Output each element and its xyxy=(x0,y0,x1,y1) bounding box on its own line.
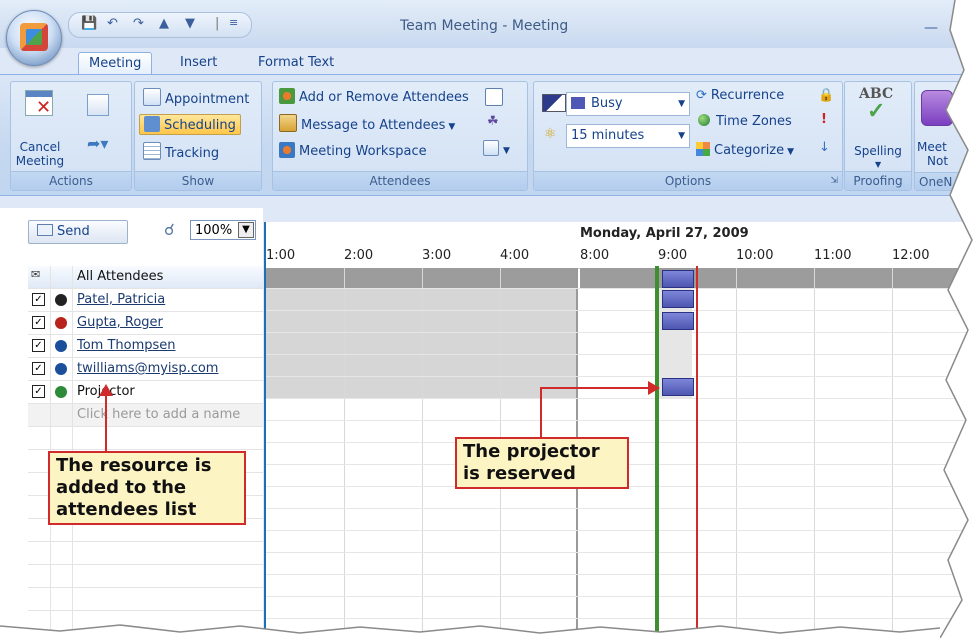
office-button[interactable] xyxy=(6,10,62,66)
outlook-meeting-window: 💾 ↶ ↷ ▲ ▼ | ≡ Team Meeting - Meeting — M… xyxy=(0,0,975,638)
office-logo-icon xyxy=(20,23,48,51)
torn-edge-decoration xyxy=(0,0,975,638)
